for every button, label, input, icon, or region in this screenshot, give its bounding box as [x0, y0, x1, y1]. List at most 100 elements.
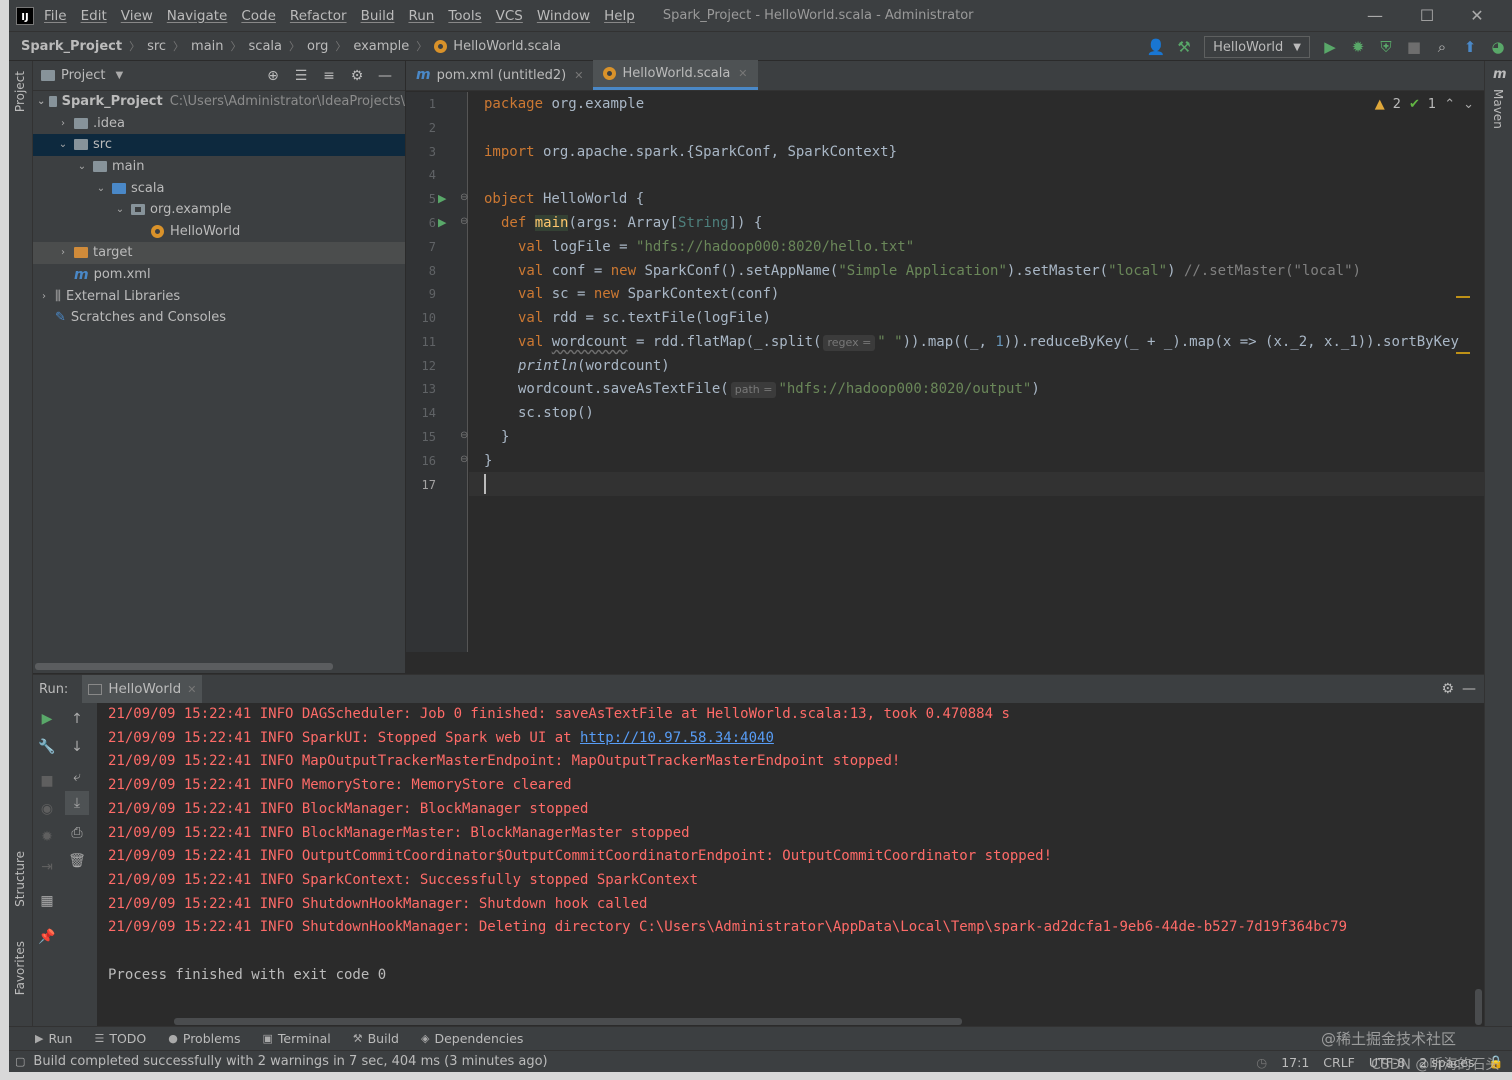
layout-toggle-icon[interactable]: ▢ — [15, 1055, 25, 1068]
vertical-scrollbar[interactable] — [1475, 989, 1482, 1025]
tool-tab-problems[interactable]: ● Problems — [168, 1031, 240, 1046]
tree-item-spark-project[interactable]: ⌄ Spark_Project C:\Users\Administrator\Ide… — [33, 91, 405, 113]
stop-icon[interactable]: ■ — [1401, 34, 1427, 60]
breadcrumb-org[interactable]: org — [307, 39, 328, 54]
minimize-button[interactable]: — — [1351, 0, 1399, 31]
gear-icon[interactable]: ⚙ — [1441, 681, 1454, 697]
chevron-down-icon[interactable]: ⌄ — [113, 204, 127, 215]
menu-view[interactable]: View — [121, 8, 153, 24]
build-hammer-icon[interactable]: ⚒ — [1171, 34, 1197, 60]
tool-tab-todo[interactable]: ☰ TODO — [94, 1031, 146, 1046]
run-icon[interactable]: ▶ — [1317, 34, 1343, 60]
expand-all-icon[interactable]: ☰ — [287, 68, 315, 84]
user-icon[interactable]: 👤 — [1143, 34, 1169, 60]
locate-icon[interactable]: ⊕ — [259, 68, 287, 84]
menu-window[interactable]: Window — [537, 8, 590, 24]
caret-position[interactable]: 17:1 — [1281, 1055, 1309, 1070]
tree-item-scratches[interactable]: ✎ Scratches and Consoles — [33, 307, 405, 329]
tree-item-helloworld[interactable]: HelloWorld — [33, 221, 405, 243]
structure-tool-button[interactable]: Structure — [13, 851, 27, 907]
breadcrumb-scala[interactable]: scala — [249, 39, 282, 54]
exit-icon[interactable]: ⇥ — [35, 855, 59, 879]
favorites-tool-button[interactable]: Favorites — [13, 941, 27, 995]
run-tab-helloworld[interactable]: HelloWorld ✕ — [82, 675, 203, 703]
tool-tab-dependencies[interactable]: ◈ Dependencies — [421, 1031, 523, 1046]
menu-edit[interactable]: Edit — [81, 8, 107, 24]
wrench-icon[interactable]: 🔧 — [35, 735, 59, 759]
close-tab-icon[interactable]: ✕ — [574, 69, 583, 82]
project-view-select[interactable]: Project — [61, 68, 105, 83]
arrow-down-icon[interactable]: ↓ — [65, 735, 89, 759]
debug-icon[interactable]: ✹ — [35, 825, 59, 849]
menu-navigate[interactable]: Navigate — [167, 8, 228, 24]
collapse-all-icon[interactable]: ≡ — [315, 68, 343, 84]
chevron-down-icon[interactable]: ⌄ — [94, 183, 108, 194]
chevron-right-icon[interactable]: › — [56, 118, 70, 129]
chevron-down-icon[interactable]: ⌄ — [37, 96, 45, 107]
coverage-icon[interactable]: ⛨ — [1373, 34, 1399, 60]
tree-item-idea[interactable]: › .idea — [33, 113, 405, 135]
run-gutter-icon[interactable]: ▶ — [438, 192, 446, 205]
layout-icon[interactable]: ▦ — [35, 889, 59, 913]
project-tool-button[interactable]: Project — [13, 71, 27, 112]
warning-marker[interactable] — [1456, 296, 1470, 298]
fold-icon[interactable]: ⊖ — [460, 216, 468, 227]
chevron-down-icon[interactable]: ⌄ — [1463, 97, 1474, 112]
breadcrumb-src[interactable]: src — [147, 39, 166, 54]
menu-code[interactable]: Code — [241, 8, 276, 24]
chevron-down-icon[interactable]: ⌄ — [75, 161, 89, 172]
debug-icon[interactable]: ✹ — [1345, 34, 1371, 60]
console-output[interactable]: 21/09/09 15:22:41 INFO DAGScheduler: Job… — [104, 703, 1484, 1027]
run-configuration-select[interactable]: HelloWorld ▼ — [1204, 36, 1310, 58]
hide-icon[interactable]: — — [1462, 681, 1476, 697]
menu-file[interactable]: File — [44, 8, 67, 24]
sparkui-link[interactable]: http://10.97.58.34:4040 — [580, 730, 774, 746]
horizontal-scrollbar[interactable] — [35, 663, 333, 670]
tree-item-org-example[interactable]: ⌄ org.example — [33, 199, 405, 221]
menu-help[interactable]: Help — [604, 8, 635, 24]
fold-icon[interactable]: ⊖ — [460, 454, 468, 465]
plugin-icon[interactable]: ◕ — [1485, 34, 1511, 60]
tool-tab-run[interactable]: ▶ Run — [35, 1031, 72, 1046]
tree-item-src[interactable]: ⌄ src — [33, 134, 405, 156]
search-icon[interactable]: ⌕ — [1429, 34, 1455, 60]
tool-tab-build[interactable]: ⚒ Build — [353, 1031, 399, 1046]
menu-refactor[interactable]: Refactor — [290, 8, 347, 24]
camera-icon[interactable]: ◉ — [35, 797, 59, 821]
trash-icon[interactable]: 🗑 — [65, 849, 89, 873]
menu-tools[interactable]: Tools — [448, 8, 481, 24]
maven-tool-button[interactable]: Maven — [1491, 89, 1505, 129]
fold-icon[interactable]: ⊖ — [460, 430, 468, 441]
hide-icon[interactable]: — — [371, 68, 399, 84]
breadcrumb-file[interactable]: HelloWorld.scala — [434, 39, 561, 54]
maximize-button[interactable]: ☐ — [1403, 0, 1451, 31]
tab-pom-xml[interactable]: m pom.xml (untitled2) ✕ — [406, 60, 593, 90]
arrow-up-icon[interactable]: ↑ — [65, 707, 89, 731]
chevron-up-icon[interactable]: ⌃ — [1444, 97, 1455, 112]
tree-item-external-libraries[interactable]: › ⫼ External Libraries — [33, 285, 405, 307]
rerun-icon[interactable]: ▶ — [35, 707, 59, 731]
update-icon[interactable]: ⬆ — [1457, 34, 1483, 60]
pin-icon[interactable]: 📌 — [35, 925, 59, 949]
close-tab-icon[interactable]: ✕ — [187, 683, 196, 696]
tree-item-scala[interactable]: ⌄ scala — [33, 177, 405, 199]
breadcrumb-main[interactable]: main — [191, 39, 223, 54]
print-icon[interactable]: ⎙ — [65, 821, 89, 845]
dropdown-arrow-icon[interactable]: ▼ — [115, 70, 123, 81]
breadcrumb-project[interactable]: Spark_Project — [21, 39, 122, 54]
scroll-to-end-icon[interactable]: ⤓ — [65, 791, 89, 815]
tree-item-pom[interactable]: m pom.xml — [33, 264, 405, 286]
tree-item-target[interactable]: › target — [33, 242, 405, 264]
run-gutter-icon[interactable]: ▶ — [438, 216, 446, 229]
close-button[interactable]: ✕ — [1453, 0, 1501, 31]
line-separator[interactable]: CRLF — [1323, 1055, 1355, 1070]
gear-icon[interactable]: ⚙ — [343, 68, 371, 84]
soft-wrap-icon[interactable]: ⤶ — [65, 765, 89, 789]
tool-tab-terminal[interactable]: ▣ Terminal — [263, 1031, 331, 1046]
menu-vcs[interactable]: VCS — [496, 8, 523, 24]
code-area[interactable]: package org.example import org.apache.sp… — [469, 92, 1484, 652]
status-message[interactable]: Build completed successfully with 2 warn… — [33, 1054, 547, 1069]
inspection-widget[interactable]: ▲ 2 ✔ 1 ⌃ ⌄ — [1375, 97, 1474, 112]
chevron-right-icon[interactable]: › — [37, 291, 51, 302]
stop-icon[interactable]: ■ — [35, 769, 59, 793]
